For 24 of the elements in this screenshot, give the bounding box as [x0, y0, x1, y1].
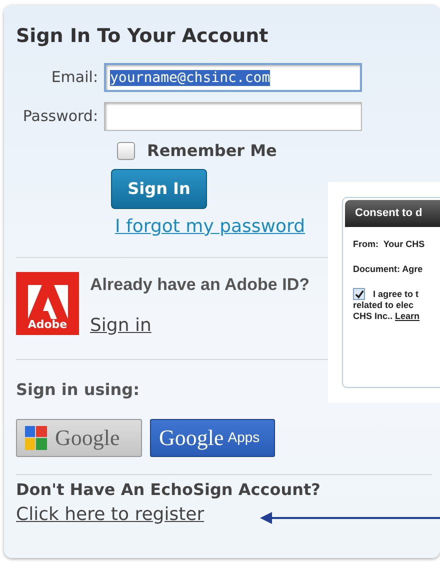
google-sign-in-button[interactable]: Google — [16, 418, 142, 456]
from-line: From: Your CHS — [353, 238, 426, 251]
sign-in-using-heading: Sign in using: — [16, 378, 141, 400]
checkbox[interactable] — [117, 142, 135, 160]
checkbox-label: Remember Me — [147, 140, 277, 162]
google-icon — [25, 426, 47, 450]
email-field[interactable]: yourname@chsinc.com — [104, 63, 362, 92]
register-link[interactable]: Click here to register — [16, 500, 204, 528]
page-title: Sign In To Your Account — [16, 24, 270, 49]
adobe-id-heading: Already have an Adobe ID? — [90, 274, 310, 296]
agree-checkbox[interactable] — [353, 288, 365, 300]
password-field[interactable] — [104, 102, 362, 131]
document-line: Document: Agre — [353, 262, 424, 276]
field-label: Email: — [50, 67, 98, 88]
forgot-password-link[interactable]: I forgot my password — [115, 216, 306, 237]
dialog-title: Consent to d — [345, 200, 440, 227]
register-heading: Don't Have An EchoSign Account? — [16, 478, 322, 500]
learn-more-link[interactable]: Learn — [395, 311, 420, 321]
sign-in-button[interactable]: Sign In — [111, 169, 207, 209]
adobe-sign-in-link[interactable]: Sign in — [90, 312, 152, 338]
agreement-text: I agree to t — [373, 288, 419, 300]
field-label: Password: — [22, 106, 98, 128]
adobe-logo: Adobe — [16, 272, 79, 335]
agreement-text: related to elec CHS Inc.. Learn — [353, 300, 421, 322]
